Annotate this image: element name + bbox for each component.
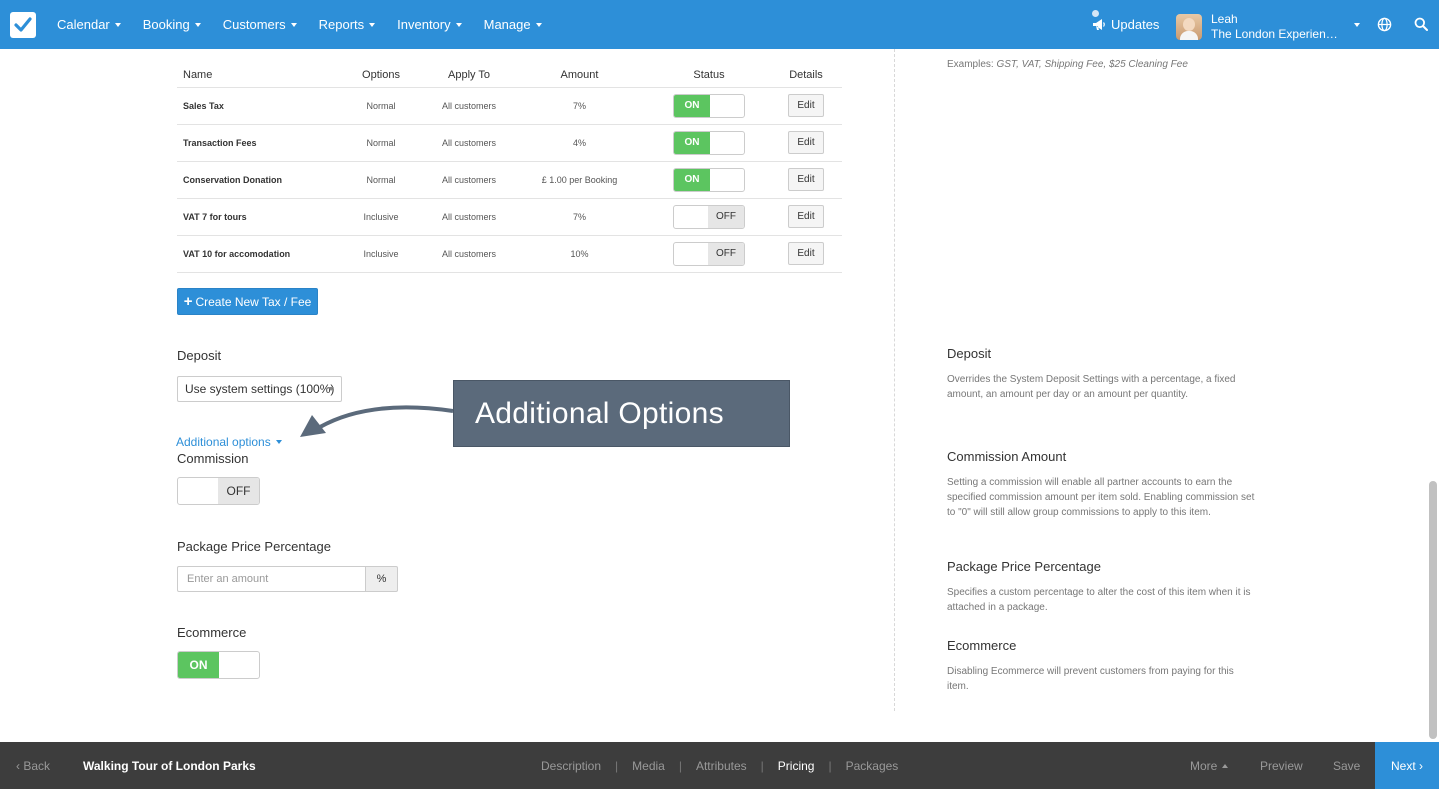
checkbox-logo-icon[interactable] bbox=[10, 12, 36, 38]
additional-options-callout: Additional Options bbox=[453, 380, 790, 447]
preview-button[interactable]: Preview bbox=[1260, 759, 1303, 773]
caret-down-icon bbox=[290, 22, 297, 27]
help-package: Package Price Percentage Specifies a cus… bbox=[947, 559, 1257, 615]
tab-separator: | bbox=[760, 759, 764, 773]
nav-calendar-label: Calendar bbox=[57, 17, 110, 32]
examples-prefix: Examples: bbox=[947, 59, 994, 70]
avatar bbox=[1176, 14, 1202, 40]
tab-pricing[interactable]: Pricing bbox=[778, 759, 815, 773]
nav-calendar[interactable]: Calendar bbox=[46, 0, 132, 49]
help-commission-body: Setting a commission will enable all par… bbox=[947, 477, 1255, 518]
globe-icon[interactable] bbox=[1377, 17, 1392, 32]
help-ecommerce: Ecommerce Disabling Ecommerce will preve… bbox=[947, 638, 1257, 694]
help-commission: Commission Amount Setting a commission w… bbox=[947, 449, 1257, 520]
nav-customers[interactable]: Customers bbox=[212, 0, 308, 49]
nav-manage-label: Manage bbox=[483, 17, 531, 32]
scrollbar-thumb[interactable] bbox=[1429, 481, 1437, 739]
megaphone-icon bbox=[1093, 19, 1105, 30]
caret-down-icon[interactable] bbox=[1354, 23, 1360, 27]
help-ecommerce-title: Ecommerce bbox=[947, 638, 1017, 653]
nav-inventory-label: Inventory bbox=[397, 17, 451, 32]
help-ecommerce-body: Disabling Ecommerce will prevent custome… bbox=[947, 666, 1234, 692]
help-deposit-body: Overrides the System Deposit Settings wi… bbox=[947, 374, 1236, 400]
updates-label: Updates bbox=[1111, 17, 1160, 32]
help-deposit-title: Deposit bbox=[947, 346, 992, 361]
search-icon[interactable] bbox=[1414, 17, 1428, 31]
item-title: Walking Tour of London Parks bbox=[83, 759, 256, 773]
nav-reports-label: Reports bbox=[318, 17, 365, 32]
help-deposit: Deposit Overrides the System Deposit Set… bbox=[947, 346, 1257, 402]
caret-down-icon bbox=[369, 22, 376, 27]
next-button[interactable]: Next › bbox=[1375, 742, 1439, 789]
tab-media[interactable]: Media bbox=[632, 759, 665, 773]
help-commission-title: Commission Amount bbox=[947, 449, 1067, 464]
nav-booking[interactable]: Booking bbox=[132, 0, 212, 49]
user-name: Leah bbox=[1211, 12, 1238, 26]
nav-booking-label: Booking bbox=[142, 17, 190, 32]
notification-dot bbox=[1092, 10, 1099, 17]
caret-up-icon bbox=[1222, 764, 1229, 768]
nav-customers-label: Customers bbox=[222, 17, 286, 32]
top-navigation-bar: Calendar Booking Customers Reports Inven… bbox=[0, 0, 1439, 49]
nav-manage[interactable]: Manage bbox=[473, 0, 553, 49]
updates-button[interactable]: Updates bbox=[1092, 0, 1159, 49]
caret-down-icon bbox=[455, 22, 462, 27]
nav-inventory[interactable]: Inventory bbox=[386, 0, 472, 49]
pricing-page: Name Options Apply To Amount Status Deta… bbox=[0, 49, 1439, 742]
examples-list: GST, VAT, Shipping Fee, $25 Cleaning Fee bbox=[996, 59, 1188, 70]
user-org: The London Experience Company bbox=[1211, 27, 1343, 41]
tab-attributes[interactable]: Attributes bbox=[696, 759, 747, 773]
user-menu[interactable]: Leah The London Experience Company bbox=[1176, 12, 1343, 42]
caret-down-icon bbox=[114, 22, 121, 27]
nav-reports[interactable]: Reports bbox=[308, 0, 387, 49]
tab-description[interactable]: Description bbox=[541, 759, 601, 773]
editor-tabs: Description | Media | Attributes | Prici… bbox=[541, 759, 898, 773]
help-package-title: Package Price Percentage bbox=[947, 559, 1101, 574]
main-nav: Calendar Booking Customers Reports Inven… bbox=[46, 0, 553, 49]
more-button[interactable]: More bbox=[1190, 759, 1229, 773]
tab-separator: | bbox=[678, 759, 682, 773]
examples-text: Examples: GST, VAT, Shipping Fee, $25 Cl… bbox=[947, 59, 1188, 70]
tab-separator: | bbox=[615, 759, 619, 773]
tab-separator: | bbox=[828, 759, 832, 773]
back-button[interactable]: ‹ Back bbox=[16, 759, 50, 773]
caret-down-icon bbox=[194, 22, 201, 27]
tab-packages[interactable]: Packages bbox=[846, 759, 899, 773]
help-package-body: Specifies a custom percentage to alter t… bbox=[947, 587, 1251, 613]
save-button[interactable]: Save bbox=[1333, 759, 1360, 773]
more-label: More bbox=[1190, 759, 1218, 773]
bottom-action-bar: ‹ Back Walking Tour of London Parks Desc… bbox=[0, 742, 1439, 789]
caret-down-icon bbox=[535, 22, 542, 27]
